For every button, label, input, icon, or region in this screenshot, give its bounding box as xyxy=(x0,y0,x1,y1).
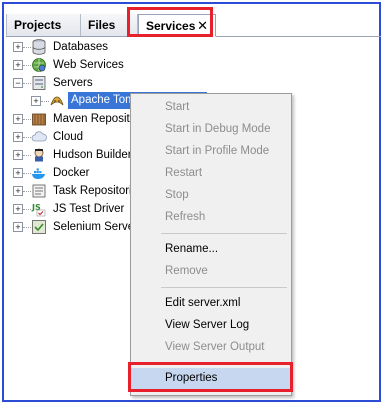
expand-icon[interactable]: + xyxy=(13,60,23,70)
expand-icon[interactable]: + xyxy=(13,114,23,124)
tree-item-web-services[interactable]: + Web Services xyxy=(4,56,204,74)
menu-separator xyxy=(161,233,287,234)
menu-item-view-server-output[interactable]: View Server Output xyxy=(131,337,291,358)
services-tab-highlight xyxy=(127,7,213,37)
tree-item-label: Hudson Builders xyxy=(53,149,138,161)
tree-item-servers[interactable]: − Servers xyxy=(4,74,204,92)
expand-icon[interactable]: + xyxy=(13,186,23,196)
expand-icon[interactable]: + xyxy=(13,132,23,142)
tree-connector xyxy=(23,173,31,174)
tree-item-label: Cloud xyxy=(53,131,84,143)
menu-item-start-profile[interactable]: Start in Profile Mode xyxy=(131,141,291,162)
menu-item-refresh[interactable]: Refresh xyxy=(131,207,291,228)
menu-item-label: View Server Output xyxy=(165,341,265,353)
expand-icon[interactable]: + xyxy=(31,96,41,106)
menu-item-edit-server-xml[interactable]: Edit server.xml xyxy=(131,293,291,314)
tree-connector xyxy=(23,47,31,48)
menu-separator xyxy=(161,287,287,288)
js-icon: JS xyxy=(31,201,47,217)
menu-item-rename[interactable]: Rename... xyxy=(131,239,291,260)
selenium-icon xyxy=(31,219,47,235)
expand-icon[interactable]: + xyxy=(13,42,23,52)
expand-icon[interactable]: + xyxy=(13,150,23,160)
tree-item-label: JS Test Driver xyxy=(53,203,125,215)
context-menu: Start Start in Debug Mode Start in Profi… xyxy=(130,93,292,396)
expand-icon[interactable]: + xyxy=(13,204,23,214)
tree-item-databases[interactable]: + Databases xyxy=(4,38,204,56)
tree-connector xyxy=(23,191,31,192)
task-icon xyxy=(31,183,47,199)
menu-item-remove[interactable]: Remove xyxy=(131,261,291,282)
maven-icon xyxy=(31,111,47,127)
tree-connector xyxy=(23,227,31,228)
tree-connector xyxy=(23,137,31,138)
servers-icon xyxy=(31,75,47,91)
collapse-icon[interactable]: − xyxy=(13,78,23,88)
cloud-icon xyxy=(31,129,47,145)
docker-icon xyxy=(31,165,47,181)
properties-highlight xyxy=(128,362,293,392)
menu-item-view-server-log[interactable]: View Server Log xyxy=(131,315,291,336)
tab-files-label: Files xyxy=(88,18,116,32)
tree-item-label: Web Services xyxy=(53,59,124,71)
menu-item-stop[interactable]: Stop xyxy=(131,185,291,206)
tomcat-icon xyxy=(49,93,65,109)
menu-item-label: Start xyxy=(165,101,190,113)
tree-item-label: Selenium Server xyxy=(53,221,139,233)
tab-projects-label: Projects xyxy=(14,18,62,32)
menu-item-label: Edit server.xml xyxy=(165,297,241,309)
expand-icon[interactable]: + xyxy=(13,168,23,178)
tree-item-label: Databases xyxy=(53,41,108,53)
menu-item-label: Start in Profile Mode xyxy=(165,145,270,157)
menu-item-label: Refresh xyxy=(165,211,206,223)
tree-connector xyxy=(23,155,31,156)
expand-icon[interactable]: + xyxy=(13,222,23,232)
web-services-icon xyxy=(31,57,47,73)
database-icon xyxy=(31,39,47,55)
tab-projects[interactable]: Projects xyxy=(6,14,81,36)
tree-connector xyxy=(23,119,31,120)
menu-item-start-debug[interactable]: Start in Debug Mode xyxy=(131,119,291,140)
menu-item-start[interactable]: Start xyxy=(131,97,291,118)
menu-item-label: Start in Debug Mode xyxy=(165,123,271,135)
menu-item-restart[interactable]: Restart xyxy=(131,163,291,184)
tree-connector xyxy=(41,101,49,102)
tree-connector xyxy=(23,209,31,210)
tree-item-label: Servers xyxy=(53,77,93,89)
tree-item-label: Docker xyxy=(53,167,90,179)
menu-item-label: View Server Log xyxy=(165,319,250,331)
menu-item-label: Rename... xyxy=(165,243,219,255)
tree-connector xyxy=(23,83,31,84)
hudson-icon xyxy=(31,147,47,163)
menu-item-label: Restart xyxy=(165,167,203,179)
tree-connector xyxy=(23,65,31,66)
menu-item-label: Remove xyxy=(165,265,208,277)
menu-item-label: Stop xyxy=(165,189,189,201)
